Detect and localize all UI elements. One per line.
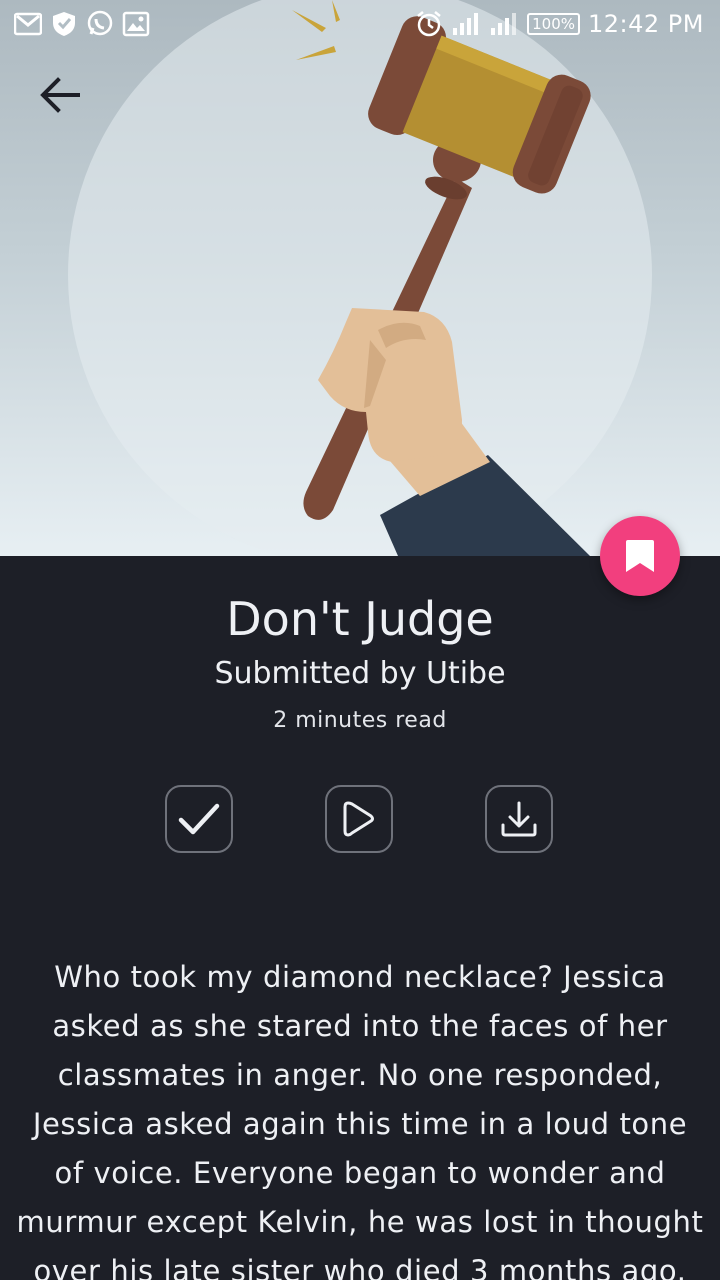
clock: 12:42 PM (588, 10, 704, 38)
gallery-icon (122, 11, 150, 37)
system-status: 100% 12:42 PM (415, 8, 704, 40)
alarm-icon (417, 11, 441, 37)
bookmark-icon (626, 540, 654, 572)
story-body: Who took my diamond necklace? Jessica as… (16, 960, 704, 1280)
whatsapp-icon (87, 10, 113, 36)
hero-illustration (0, 0, 720, 556)
battery-indicator: 100% (527, 13, 581, 35)
checkmark-icon (178, 803, 220, 835)
status-bar: 100% 12:42 PM (0, 0, 720, 48)
story-author: Submitted by Utibe (214, 656, 506, 691)
download-button[interactable] (485, 785, 553, 853)
gavel-illustration (68, 0, 652, 556)
gmail-icon (14, 12, 42, 36)
signal-h-plus-icon (491, 13, 517, 35)
bookmark-button[interactable] (600, 516, 680, 596)
download-icon (501, 801, 537, 837)
mark-read-button[interactable] (165, 785, 233, 853)
back-button[interactable] (34, 70, 90, 122)
story-title: Don't Judge (226, 592, 494, 646)
story-screen: 100% 12:42 PM Don't Judge Submitted by U… (0, 0, 720, 1280)
arrow-left-icon (40, 77, 80, 113)
shield-icon (53, 12, 75, 36)
read-time: 2 minutes read (273, 708, 447, 733)
notification-icons (14, 10, 150, 38)
play-button[interactable] (325, 785, 393, 853)
signal-icon (453, 13, 479, 35)
play-icon (343, 801, 374, 837)
